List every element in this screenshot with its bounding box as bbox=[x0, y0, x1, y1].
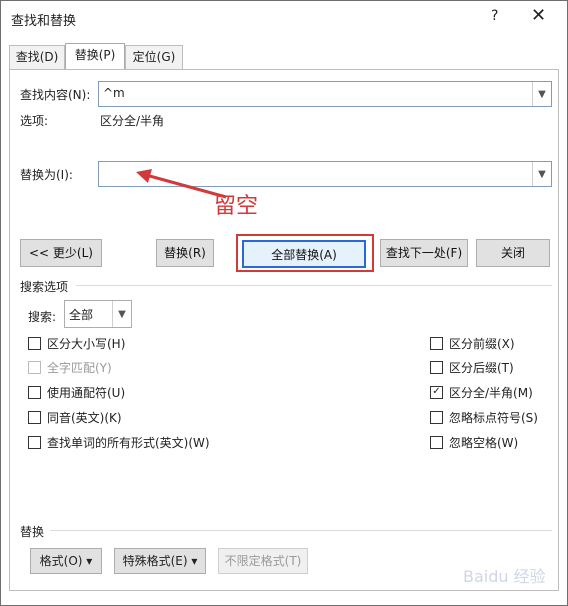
replace-label: 替换为(I): bbox=[20, 168, 73, 182]
checkbox-label: 同音(英文)(K) bbox=[47, 410, 122, 425]
checkbox-label: 区分大小写(H) bbox=[47, 336, 126, 351]
checkbox-all-word-forms[interactable]: 查找单词的所有形式(英文)(W) bbox=[28, 433, 210, 451]
title-bar: 查找和替换 ? ✕ bbox=[1, 1, 567, 35]
replace-section-title: 替换 bbox=[20, 525, 45, 539]
close-window-button[interactable]: ✕ bbox=[531, 5, 546, 26]
no-formatting-button[interactable]: 不限定格式(T) bbox=[218, 548, 308, 574]
divider bbox=[76, 285, 552, 286]
search-label: 搜索: bbox=[28, 310, 57, 324]
options-value: 区分全/半角 bbox=[100, 114, 165, 128]
checkbox-label: 忽略标点符号(S) bbox=[449, 410, 538, 425]
checkbox-ignore-punctuation[interactable]: 忽略标点符号(S) bbox=[430, 408, 538, 426]
chevron-down-icon[interactable]: ▼ bbox=[112, 301, 131, 327]
tab-goto[interactable]: 定位(G) bbox=[125, 45, 183, 69]
checkbox[interactable] bbox=[28, 410, 41, 424]
checkbox[interactable] bbox=[28, 336, 41, 350]
checkbox[interactable] bbox=[28, 435, 41, 449]
checkbox[interactable] bbox=[430, 435, 443, 449]
checkbox-label: 查找单词的所有形式(英文)(W) bbox=[47, 435, 210, 450]
checkbox-label: 使用通配符(U) bbox=[47, 385, 126, 400]
divider bbox=[50, 530, 552, 531]
find-replace-dialog: 查找和替换 ? ✕ 查找(D) 替换(P) 定位(G) 查找内容(N): ^m … bbox=[0, 0, 568, 606]
find-value: ^m bbox=[103, 86, 125, 100]
special-format-button[interactable]: 特殊格式(E) ▾ bbox=[114, 548, 206, 574]
tab-replace[interactable]: 替换(P) bbox=[65, 43, 125, 69]
tab-find[interactable]: 查找(D) bbox=[9, 45, 65, 69]
checkbox-checked[interactable]: ✓ bbox=[430, 385, 443, 399]
checkbox-label: 区分后缀(T) bbox=[449, 360, 514, 375]
checkbox-match-case[interactable]: 区分大小写(H) bbox=[28, 334, 125, 352]
find-next-button[interactable]: 查找下一处(F) bbox=[380, 239, 468, 267]
checkbox[interactable] bbox=[430, 410, 443, 424]
options-label: 选项: bbox=[20, 114, 49, 128]
search-scope-value: 全部 bbox=[69, 308, 94, 322]
replace-all-button[interactable]: 全部替换(A) bbox=[242, 240, 366, 268]
help-button[interactable]: ? bbox=[491, 8, 498, 24]
checkbox-width[interactable]: ✓ 区分全/半角(M) bbox=[430, 383, 533, 401]
chevron-down-icon[interactable]: ▼ bbox=[532, 162, 551, 186]
checkbox-label: 忽略空格(W) bbox=[449, 435, 519, 450]
checkbox-label: 全字匹配(Y) bbox=[47, 360, 112, 375]
checkbox-match-suffix[interactable]: 区分后缀(T) bbox=[430, 358, 514, 376]
checkbox-label: 区分全/半角(M) bbox=[449, 385, 533, 400]
annotation-text: 留空 bbox=[214, 194, 259, 219]
checkbox[interactable] bbox=[430, 336, 443, 350]
close-button[interactable]: 关闭 bbox=[476, 239, 550, 267]
checkbox-label: 区分前缀(X) bbox=[449, 336, 515, 351]
checkbox-wildcards[interactable]: 使用通配符(U) bbox=[28, 383, 125, 401]
checkbox[interactable] bbox=[28, 385, 41, 399]
chevron-down-icon[interactable]: ▼ bbox=[532, 82, 551, 106]
checkbox-ignore-space[interactable]: 忽略空格(W) bbox=[430, 433, 518, 451]
checkbox[interactable] bbox=[28, 360, 41, 374]
checkbox-whole-word[interactable]: 全字匹配(Y) bbox=[28, 358, 112, 376]
find-input[interactable]: ^m ▼ bbox=[98, 81, 552, 107]
search-scope-select[interactable]: 全部 ▼ bbox=[64, 300, 132, 328]
less-button[interactable]: << 更少(L) bbox=[20, 239, 102, 267]
format-button[interactable]: 格式(O) ▾ bbox=[30, 548, 102, 574]
checkbox-sounds-like[interactable]: 同音(英文)(K) bbox=[28, 408, 122, 426]
baidu-watermark: Baidu 经验 bbox=[463, 567, 546, 586]
dialog-title: 查找和替换 bbox=[11, 14, 77, 29]
checkbox[interactable] bbox=[430, 360, 443, 374]
find-label: 查找内容(N): bbox=[20, 88, 91, 102]
replace-panel: 查找内容(N): ^m ▼ 选项: 区分全/半角 替换为(I): ▼ 留空 <<… bbox=[9, 69, 559, 591]
replace-button[interactable]: 替换(R) bbox=[156, 239, 214, 267]
search-options-title: 搜索选项 bbox=[20, 280, 69, 294]
checkbox-match-prefix[interactable]: 区分前缀(X) bbox=[430, 334, 515, 352]
